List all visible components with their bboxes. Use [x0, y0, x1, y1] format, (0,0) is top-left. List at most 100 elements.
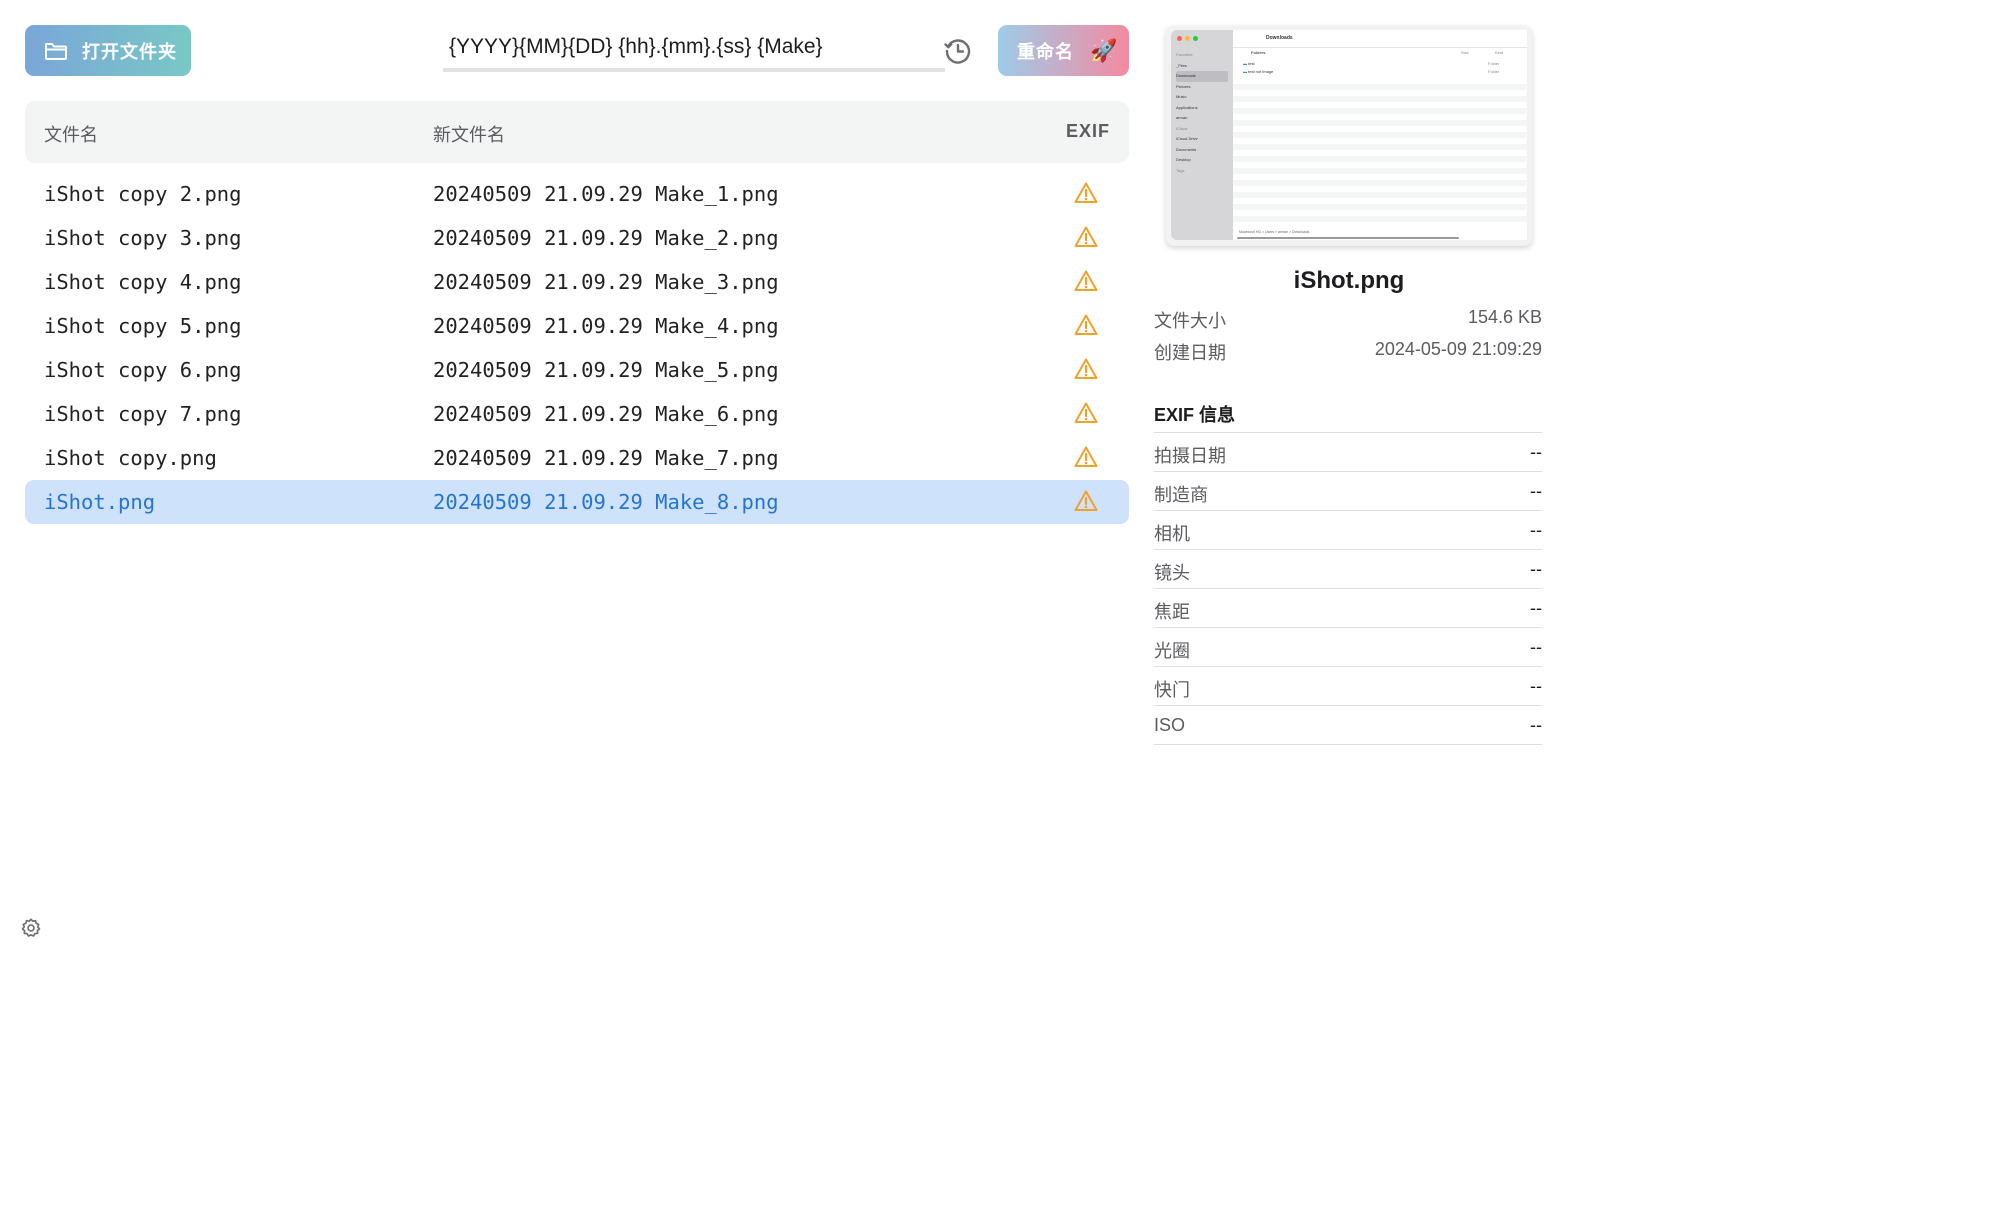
rocket-icon: 🚀	[1090, 37, 1119, 63]
image-preview: Favorites _Files Downloads Pictures Musi…	[1166, 26, 1532, 246]
settings-gear-icon[interactable]	[20, 917, 42, 939]
warning-icon	[1074, 358, 1098, 379]
exif-value: --	[1530, 442, 1542, 462]
created-date-label: 创建日期	[1154, 343, 1226, 363]
created-date-value: 2024-05-09 21:09:29	[1374, 339, 1542, 359]
new-filename-cell: 20240509 21.09.29 Make_3.png	[433, 270, 779, 294]
column-header-filename[interactable]: 文件名	[44, 121, 98, 147]
warning-icon	[1074, 182, 1098, 203]
exif-row: 镜头 --	[1154, 550, 1542, 589]
exif-row: 焦距 --	[1154, 589, 1542, 628]
exif-value: --	[1530, 676, 1542, 696]
preview-sidebar-item: iCloud	[1176, 125, 1188, 131]
exif-value: --	[1530, 637, 1542, 657]
warning-icon	[1074, 490, 1098, 511]
open-folder-label: 打开文件夹	[82, 41, 177, 62]
preview-sidebar-item: Desktop	[1176, 157, 1191, 162]
preview-row-name: test not image	[1248, 69, 1274, 74]
new-filename-cell: 20240509 21.09.29 Make_6.png	[433, 402, 779, 426]
table-row[interactable]: iShot copy.png 20240509 21.09.29 Make_7.…	[25, 436, 1129, 480]
file-size-value: 154.6 KB	[1467, 307, 1542, 327]
preview-row-kind: Folder	[1488, 61, 1500, 66]
new-filename-cell: 20240509 21.09.29 Make_5.png	[433, 358, 779, 382]
filename-cell: iShot.png	[44, 490, 156, 514]
preview-finder-sidebar: Favorites _Files Downloads Pictures Musi…	[1171, 30, 1233, 240]
table-row-selected[interactable]: iShot.png 20240509 21.09.29 Make_8.png	[25, 480, 1129, 524]
open-folder-button[interactable]: 打开文件夹	[25, 25, 191, 76]
file-size-row: 文件大小 154.6 KB	[1154, 307, 1542, 331]
exif-label: 镜头	[1154, 563, 1190, 583]
rename-pattern-field[interactable]	[443, 28, 951, 72]
exif-row: ISO --	[1154, 706, 1542, 745]
preview-sidebar-item: Tags	[1176, 167, 1185, 173]
table-row[interactable]: iShot copy 6.png 20240509 21.09.29 Make_…	[25, 348, 1129, 392]
exif-value: --	[1530, 559, 1542, 579]
exif-label: 制造商	[1154, 485, 1208, 505]
exif-label: 光圈	[1154, 641, 1190, 661]
exif-label: 焦距	[1154, 602, 1190, 622]
new-filename-cell: 20240509 21.09.29 Make_8.png	[433, 490, 779, 514]
exif-row: 快门 --	[1154, 667, 1542, 706]
rename-pattern-input[interactable]	[443, 28, 951, 66]
exif-value: --	[1530, 481, 1542, 501]
preview-sidebar-item: Music	[1176, 94, 1187, 99]
exif-value: --	[1530, 598, 1542, 618]
preview-sidebar-item: _Files	[1176, 62, 1187, 68]
preview-column-kind: Kind	[1495, 50, 1504, 55]
exif-value: --	[1530, 715, 1542, 735]
exif-label: 快门	[1154, 680, 1190, 700]
new-filename-cell: 20240509 21.09.29 Make_4.png	[433, 314, 779, 338]
created-date-row: 创建日期 2024-05-09 21:09:29	[1154, 339, 1542, 363]
exif-heading: EXIF 信息	[1154, 405, 1236, 425]
exif-row: 相机 --	[1154, 511, 1542, 550]
folder-icon	[45, 42, 67, 60]
preview-sidebar-item: arman	[1176, 115, 1188, 120]
table-row[interactable]: iShot copy 2.png 20240509 21.09.29 Make_…	[25, 172, 1129, 216]
preview-row-name: test	[1248, 61, 1255, 66]
history-icon[interactable]	[944, 37, 972, 65]
exif-row: 光圈 --	[1154, 628, 1542, 667]
file-list: iShot copy 2.png 20240509 21.09.29 Make_…	[25, 172, 1129, 524]
new-filename-cell: 20240509 21.09.29 Make_2.png	[433, 226, 779, 250]
exif-row: 拍摄日期 --	[1154, 433, 1542, 472]
preview-sidebar-item: Favorites	[1176, 52, 1193, 57]
filename-cell: iShot copy 5.png	[44, 314, 242, 338]
preview-window-title: Downloads	[1266, 35, 1293, 41]
preview-pathbar: Macintosh HD > Users > arman > Downloads	[1239, 230, 1310, 234]
exif-row: 制造商 --	[1154, 472, 1542, 511]
preview-sidebar-item: Applications	[1176, 104, 1198, 110]
filename-cell: iShot copy 6.png	[44, 358, 242, 382]
table-row[interactable]: iShot copy 3.png 20240509 21.09.29 Make_…	[25, 216, 1129, 260]
table-row[interactable]: iShot copy 7.png 20240509 21.09.29 Make_…	[25, 392, 1129, 436]
file-size-label: 文件大小	[1154, 311, 1226, 331]
preview-sidebar-item: Documents	[1176, 146, 1197, 152]
filename-cell: iShot copy 7.png	[44, 402, 242, 426]
table-row[interactable]: iShot copy 5.png 20240509 21.09.29 Make_…	[25, 304, 1129, 348]
preview-sidebar-item: Pictures	[1176, 83, 1191, 89]
new-filename-cell: 20240509 21.09.29 Make_1.png	[433, 182, 779, 206]
warning-icon	[1074, 446, 1098, 467]
filename-cell: iShot copy.png	[44, 446, 217, 470]
preview-row-kind: Folder	[1488, 69, 1500, 74]
preview-column-folders: Folders	[1251, 50, 1266, 55]
filename-cell: iShot copy 2.png	[44, 182, 242, 206]
column-header-exif[interactable]: EXIF	[1066, 121, 1110, 142]
preview-sidebar-item: Downloads	[1176, 71, 1228, 82]
warning-icon	[1074, 270, 1098, 291]
warning-icon	[1074, 226, 1098, 247]
rename-label: 重命名	[1017, 41, 1074, 62]
preview-column-size: Size	[1461, 50, 1469, 55]
filename-cell: iShot copy 4.png	[44, 270, 242, 294]
exif-value: --	[1530, 520, 1542, 540]
exif-table: 拍摄日期 -- 制造商 -- 相机 -- 镜头 -- 焦距 -- 光圈 -- 快门 -- IS…	[1154, 432, 1542, 745]
filename-cell: iShot copy 3.png	[44, 226, 242, 250]
rename-button[interactable]: 重命名 🚀	[998, 25, 1129, 76]
table-row[interactable]: iShot copy 4.png 20240509 21.09.29 Make_…	[25, 260, 1129, 304]
preview-finder-main: Downloads Folders Size Kind ▬ test ▬ tes…	[1233, 30, 1527, 240]
table-header: 文件名 新文件名 EXIF	[25, 101, 1129, 163]
exif-label: 拍摄日期	[1154, 446, 1226, 466]
column-header-new-filename[interactable]: 新文件名	[433, 121, 505, 147]
warning-icon	[1074, 314, 1098, 335]
preview-sidebar-item: iCloud Drive	[1176, 136, 1198, 141]
exif-label: 相机	[1154, 524, 1190, 544]
